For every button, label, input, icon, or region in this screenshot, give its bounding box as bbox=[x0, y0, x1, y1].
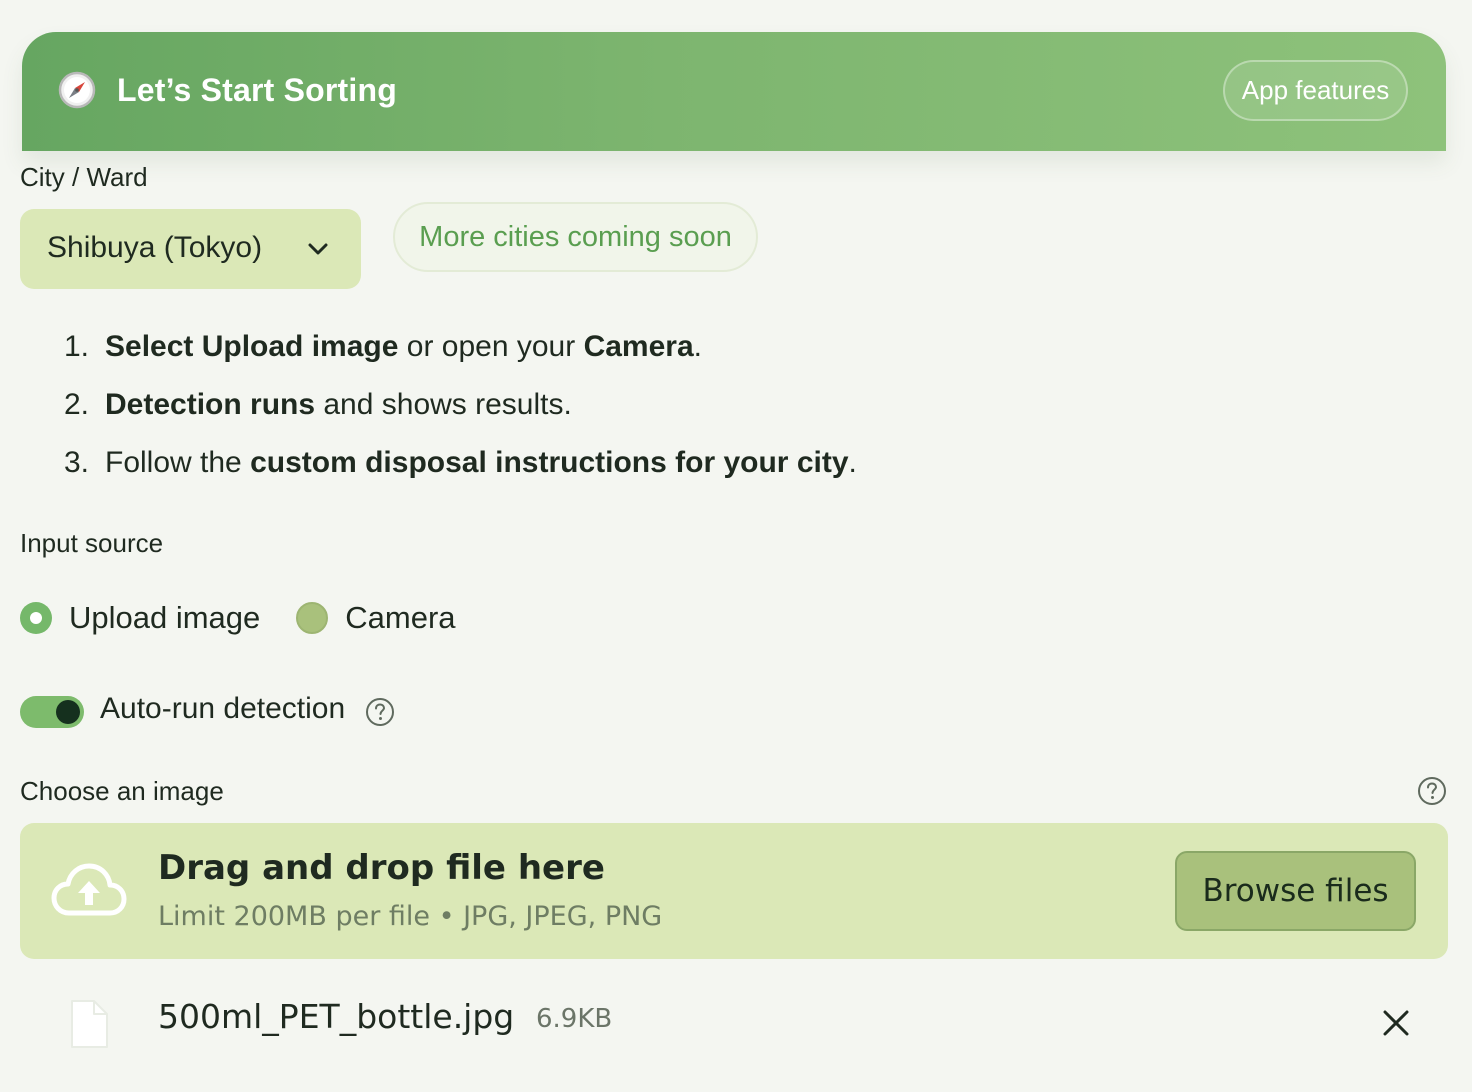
header-banner: Let’s Start Sorting App features bbox=[22, 32, 1446, 151]
radio-label: Camera bbox=[345, 600, 456, 635]
browse-files-button[interactable]: Browse files bbox=[1175, 851, 1416, 931]
city-select-value: Shibuya (Tokyo) bbox=[47, 231, 263, 264]
uploaded-file-name: 500ml_PET_bottle.jpg bbox=[158, 997, 515, 1036]
compass-icon bbox=[58, 71, 96, 109]
choose-image-label: Choose an image bbox=[20, 776, 224, 806]
instructions-list: 1. Select Upload image or open your Camer… bbox=[64, 330, 857, 504]
coming-soon-badge: More cities coming soon bbox=[393, 202, 758, 272]
close-icon[interactable] bbox=[1381, 1008, 1411, 1038]
radio-camera[interactable]: Camera bbox=[296, 600, 456, 636]
app-root: Let’s Start Sorting App features City / … bbox=[0, 0, 1472, 1092]
uploaded-file-size: 6.9KB bbox=[536, 1004, 613, 1034]
city-label: City / Ward bbox=[20, 162, 148, 192]
radio-selected-icon bbox=[20, 602, 52, 634]
file-dropzone[interactable]: Drag and drop file here Limit 200MB per … bbox=[20, 823, 1448, 959]
help-icon[interactable] bbox=[1417, 776, 1447, 806]
auto-run-label: Auto-run detection bbox=[100, 692, 346, 725]
dropzone-subtitle: Limit 200MB per file • JPG, JPEG, PNG bbox=[158, 901, 663, 932]
app-features-button[interactable]: App features bbox=[1223, 60, 1408, 121]
dropzone-title: Drag and drop file here bbox=[158, 848, 605, 888]
instruction-step: 1. Select Upload image or open your Camer… bbox=[64, 330, 702, 363]
help-icon[interactable] bbox=[365, 697, 395, 727]
toggle-knob bbox=[56, 700, 80, 724]
input-source-radio-group: Upload image Camera bbox=[20, 598, 492, 638]
chevron-down-icon bbox=[308, 243, 328, 255]
cloud-upload-icon bbox=[51, 863, 127, 916]
radio-upload-image[interactable]: Upload image bbox=[20, 600, 260, 636]
page-title: Let’s Start Sorting bbox=[117, 72, 397, 108]
city-select[interactable]: Shibuya (Tokyo) bbox=[20, 209, 361, 289]
instruction-step: 2. Detection runs and shows results. bbox=[64, 388, 572, 421]
radio-label: Upload image bbox=[69, 600, 261, 635]
radio-unselected-icon bbox=[296, 602, 329, 634]
instruction-step: 3. Follow the custom disposal instruction… bbox=[64, 446, 857, 479]
input-source-label: Input source bbox=[20, 528, 164, 558]
auto-run-toggle[interactable] bbox=[20, 696, 84, 728]
file-icon bbox=[71, 1000, 108, 1048]
